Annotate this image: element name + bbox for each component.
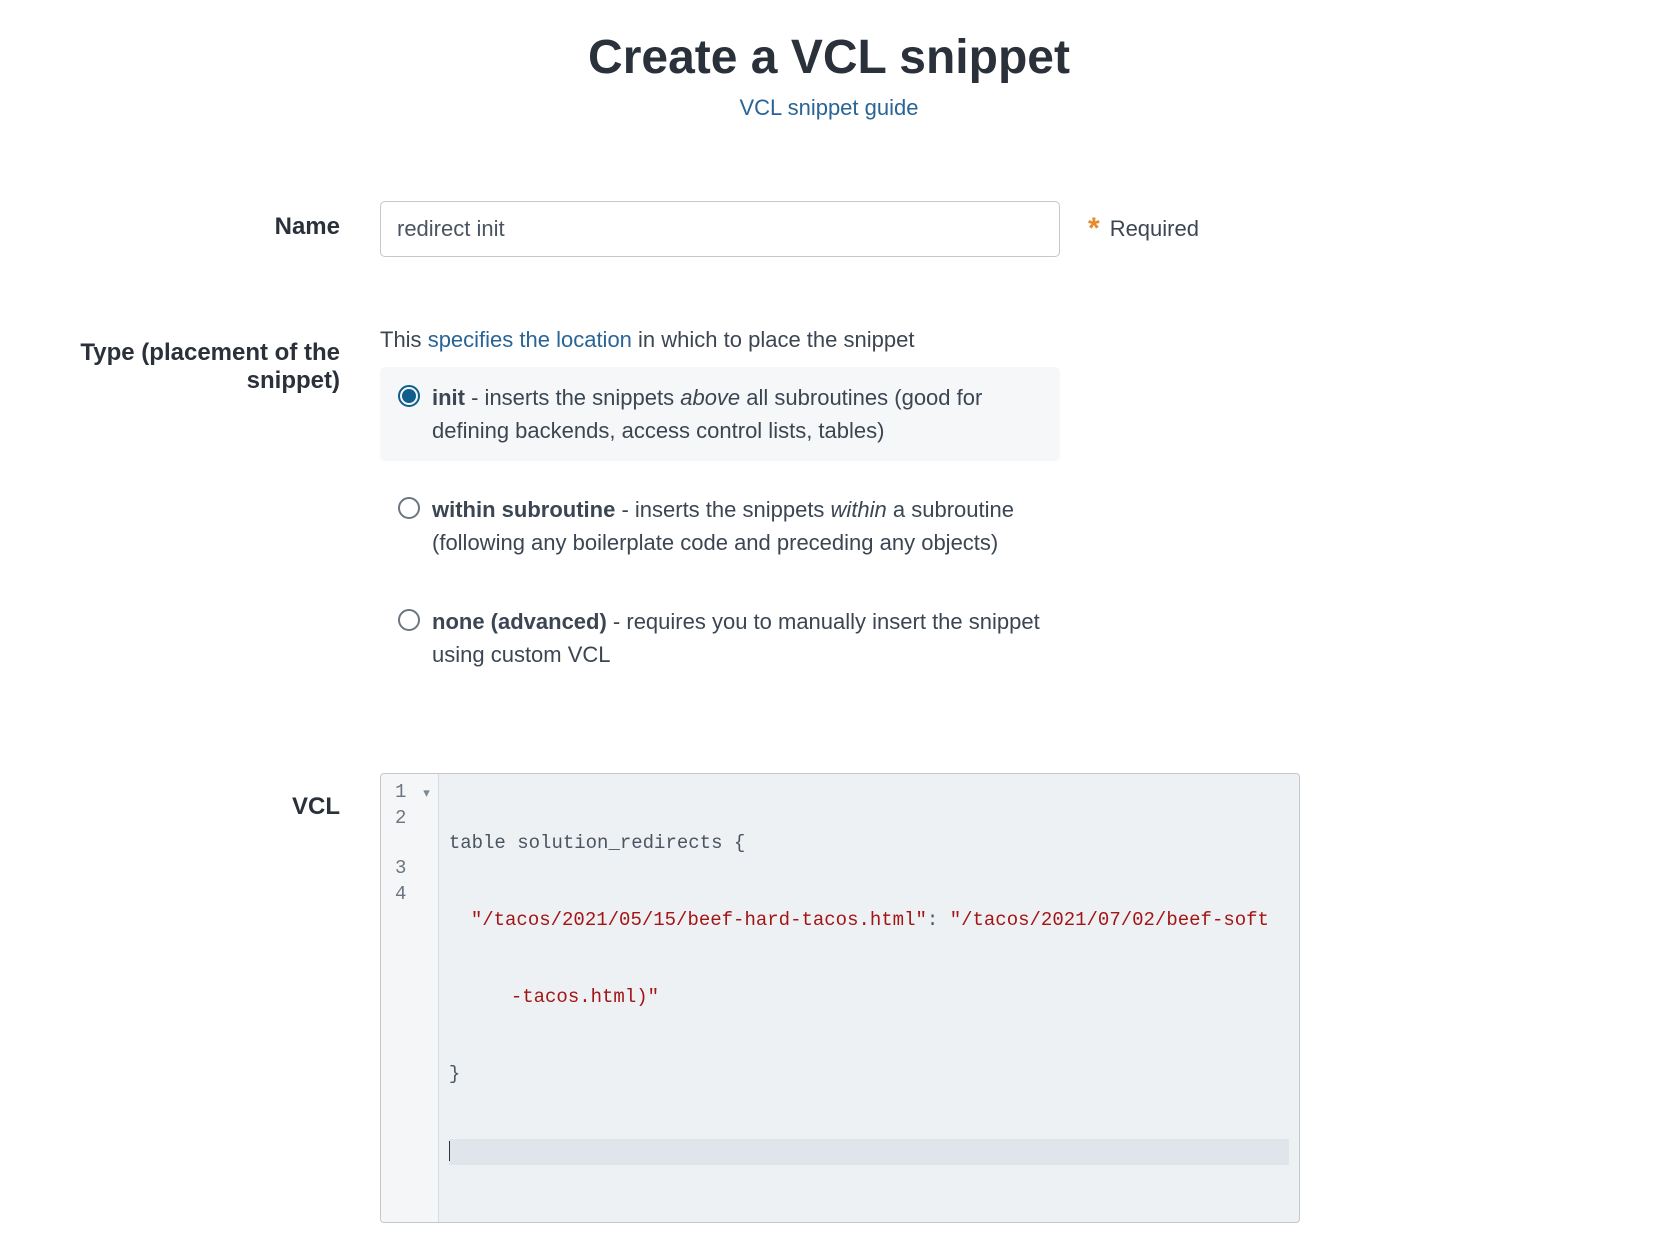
radio-icon[interactable] bbox=[398, 609, 420, 631]
specifies-location-link[interactable]: specifies the location bbox=[428, 327, 632, 352]
type-intro-suffix: in which to place the snippet bbox=[632, 327, 915, 352]
line-number: 1 bbox=[395, 781, 406, 803]
required-indicator: * Required bbox=[1088, 214, 1199, 244]
line-number: 4 bbox=[395, 883, 406, 905]
code-token: { bbox=[734, 832, 745, 854]
fold-icon[interactable]: ▾ bbox=[418, 785, 430, 803]
code-token: "/tacos/2021/07/02/beef-soft bbox=[950, 909, 1269, 931]
radio-icon[interactable] bbox=[398, 497, 420, 519]
option-desc: - inserts the snippets bbox=[615, 497, 830, 522]
type-intro-prefix: This bbox=[380, 327, 428, 352]
line-number: 3 bbox=[395, 857, 406, 879]
code-token: solution_redirects bbox=[517, 832, 722, 854]
code-token: table bbox=[449, 832, 506, 854]
radio-text: init - inserts the snippets above all su… bbox=[432, 381, 1042, 447]
required-text: Required bbox=[1110, 216, 1199, 242]
code-token: : bbox=[927, 909, 950, 931]
asterisk-icon: * bbox=[1088, 214, 1100, 244]
code-body[interactable]: table solution_redirects { "/tacos/2021/… bbox=[439, 774, 1299, 1222]
vcl-code-editor[interactable]: 1 ▾ 2 3 4 table solution_redirects { "/t… bbox=[380, 773, 1300, 1223]
radio-option-within-subroutine[interactable]: within subroutine - inserts the snippets… bbox=[380, 479, 1060, 573]
radio-icon[interactable] bbox=[398, 385, 420, 407]
option-em: above bbox=[680, 385, 740, 410]
cursor bbox=[449, 1141, 450, 1161]
name-row: Name * Required bbox=[40, 201, 1618, 257]
code-token: } bbox=[449, 1063, 460, 1085]
type-intro: This specifies the location in which to … bbox=[380, 327, 1300, 353]
option-desc: - inserts the snippets bbox=[465, 385, 680, 410]
option-em: within bbox=[831, 497, 887, 522]
name-label: Name bbox=[40, 201, 380, 241]
name-input[interactable] bbox=[380, 201, 1060, 257]
option-name: within subroutine bbox=[432, 497, 615, 522]
radio-text: within subroutine - inserts the snippets… bbox=[432, 493, 1042, 559]
code-token: -tacos.html)" bbox=[511, 986, 659, 1008]
vcl-row: VCL 1 ▾ 2 3 4 table solution_redirects {… bbox=[40, 773, 1618, 1223]
vcl-label: VCL bbox=[40, 773, 380, 821]
option-name: none (advanced) bbox=[432, 609, 607, 634]
type-label: Type (placement of the snippet) bbox=[40, 327, 380, 395]
radio-text: none (advanced) - requires you to manual… bbox=[432, 605, 1042, 671]
type-row: Type (placement of the snippet) This spe… bbox=[40, 327, 1618, 703]
option-name: init bbox=[432, 385, 465, 410]
guide-link[interactable]: VCL snippet guide bbox=[40, 95, 1618, 121]
gutter: 1 ▾ 2 3 4 bbox=[381, 774, 439, 1222]
page-title: Create a VCL snippet bbox=[40, 30, 1618, 85]
radio-option-init[interactable]: init - inserts the snippets above all su… bbox=[380, 367, 1060, 461]
line-number: 2 bbox=[395, 807, 406, 829]
radio-option-none[interactable]: none (advanced) - requires you to manual… bbox=[380, 591, 1060, 685]
code-token: "/tacos/2021/05/15/beef-hard-tacos.html" bbox=[471, 909, 927, 931]
